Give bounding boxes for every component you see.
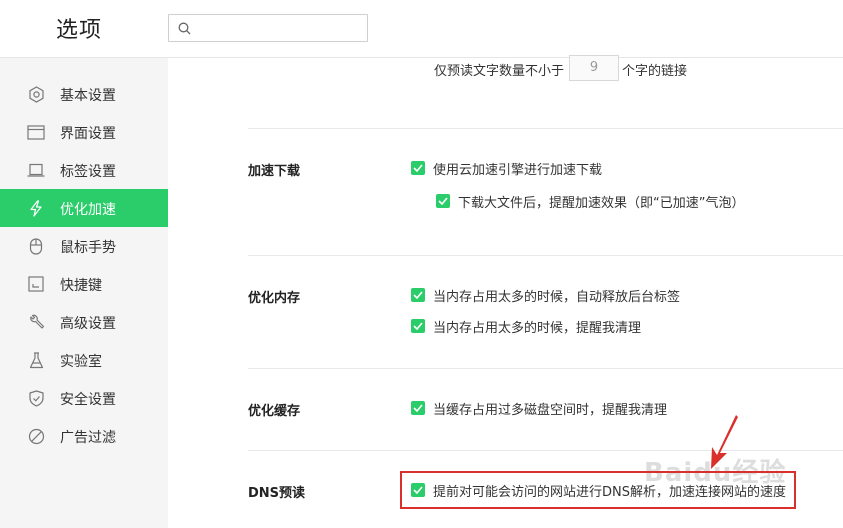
check-icon bbox=[413, 164, 423, 172]
section-title-memory: 优化内存 bbox=[248, 291, 301, 306]
window-icon bbox=[27, 124, 45, 140]
section-title-download: 加速下载 bbox=[248, 164, 301, 179]
header: 选项 bbox=[0, 0, 843, 58]
preload-prefix-label: 仅预读文字数量不小于 bbox=[434, 64, 565, 79]
option-label: 下载大文件后，提醒加速效果（即“已加速”气泡） bbox=[458, 195, 745, 211]
block-icon bbox=[27, 428, 45, 444]
check-icon bbox=[413, 404, 423, 412]
checkbox-checked[interactable] bbox=[436, 194, 450, 208]
sidebar-item-security[interactable]: 安全设置 bbox=[0, 379, 168, 417]
divider bbox=[248, 368, 843, 369]
checkbox-checked[interactable] bbox=[411, 161, 425, 175]
search-box[interactable] bbox=[168, 14, 368, 42]
keyboard-icon bbox=[27, 276, 45, 292]
shield-icon bbox=[27, 389, 45, 407]
sidebar-item-label: 鼠标手势 bbox=[60, 240, 116, 256]
option-label: 使用云加速引擎进行加速下载 bbox=[433, 162, 603, 178]
section-title-dns: DNS预读 bbox=[248, 486, 306, 501]
divider bbox=[248, 255, 843, 256]
checkbox-checked[interactable] bbox=[411, 288, 425, 302]
option-cache-reminder[interactable]: 当缓存占用过多磁盘空间时，提醒我清理 bbox=[411, 399, 668, 418]
check-icon bbox=[413, 322, 423, 330]
sidebar-item-advanced[interactable]: 高级设置 bbox=[0, 303, 168, 341]
mouse-icon bbox=[27, 237, 45, 255]
sidebar-item-interface[interactable]: 界面设置 bbox=[0, 113, 168, 151]
search-input[interactable] bbox=[197, 18, 362, 38]
sidebar-item-label: 界面设置 bbox=[60, 126, 116, 142]
section-title-cache: 优化缓存 bbox=[248, 404, 301, 419]
wrench-icon bbox=[27, 314, 45, 330]
sidebar-item-label: 实验室 bbox=[60, 354, 102, 370]
option-cloud-acceleration[interactable]: 使用云加速引擎进行加速下载 bbox=[411, 159, 603, 178]
sidebar-item-mouse[interactable]: 鼠标手势 bbox=[0, 227, 168, 265]
checkbox-checked[interactable] bbox=[411, 401, 425, 415]
option-label: 当缓存占用过多磁盘空间时，提醒我清理 bbox=[433, 402, 668, 418]
option-download-bubble[interactable]: 下载大文件后，提醒加速效果（即“已加速”气泡） bbox=[436, 192, 745, 211]
sidebar-item-label: 安全设置 bbox=[60, 392, 116, 408]
sidebar-item-label: 标签设置 bbox=[60, 164, 116, 180]
highlight-annotation-box bbox=[400, 471, 796, 509]
check-icon bbox=[413, 291, 423, 299]
sidebar-item-label: 广告过滤 bbox=[60, 430, 116, 446]
sidebar-item-optimize[interactable]: 优化加速 bbox=[0, 189, 168, 227]
sidebar-item-tabs[interactable]: 标签设置 bbox=[0, 151, 168, 189]
annotation-arrow-icon bbox=[711, 415, 738, 469]
preload-suffix-label: 个字的链接 bbox=[622, 64, 688, 79]
flask-icon bbox=[27, 351, 45, 368]
check-icon bbox=[438, 197, 448, 205]
page-title: 选项 bbox=[56, 18, 103, 43]
option-label: 当内存占用太多的时候，提醒我清理 bbox=[433, 320, 642, 336]
sidebar-item-adblock[interactable]: 广告过滤 bbox=[0, 417, 168, 455]
option-label: 当内存占用太多的时候，自动释放后台标签 bbox=[433, 289, 681, 305]
option-memory-reminder[interactable]: 当内存占用太多的时候，提醒我清理 bbox=[411, 317, 642, 336]
sidebar-item-label: 优化加速 bbox=[60, 202, 116, 218]
gear-icon bbox=[27, 85, 45, 103]
sidebar-item-basic[interactable]: 基本设置 bbox=[0, 75, 168, 113]
search-icon bbox=[178, 22, 191, 35]
divider bbox=[248, 128, 843, 129]
sidebar-item-shortcuts[interactable]: 快捷键 bbox=[0, 265, 168, 303]
settings-content: 仅预读文字数量不小于 9 个字的链接 加速下载 使用云加速引擎进行加速下载 下载… bbox=[168, 55, 843, 528]
sidebar-item-label: 高级设置 bbox=[60, 316, 116, 332]
tab-icon bbox=[27, 162, 45, 178]
sidebar-item-label: 基本设置 bbox=[60, 88, 116, 104]
lightning-icon bbox=[27, 199, 45, 217]
option-auto-release-tabs[interactable]: 当内存占用太多的时候，自动释放后台标签 bbox=[411, 286, 681, 305]
sidebar-item-lab[interactable]: 实验室 bbox=[0, 341, 168, 379]
preload-count-input[interactable]: 9 bbox=[569, 55, 619, 81]
sidebar-item-label: 快捷键 bbox=[60, 278, 102, 294]
sidebar: 基本设置 界面设置 标签设置 优化加速 鼠标手势 快捷键 高级设置 实验室 安全… bbox=[0, 58, 168, 528]
checkbox-checked[interactable] bbox=[411, 319, 425, 333]
divider bbox=[248, 450, 843, 451]
